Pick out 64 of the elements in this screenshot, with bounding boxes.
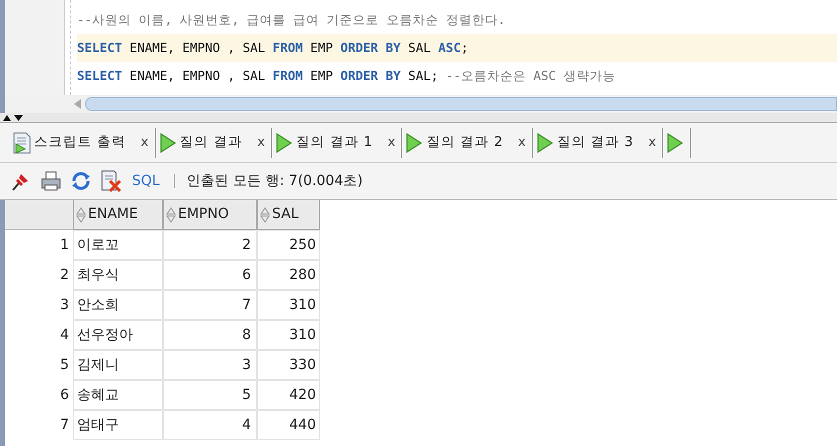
fetch-status: 인출된 모든 행: 7(0.004초) [186, 172, 363, 190]
delete-document-icon[interactable] [100, 170, 122, 192]
code-line: --사원의 이름, 사원번호, 급여를 급여 기준으로 오름차순 정렬한다. [77, 11, 506, 29]
play-icon [405, 132, 424, 152]
close-tab-button[interactable]: x [518, 132, 526, 152]
result-tab[interactable]: 질의 결과 3 x [532, 128, 664, 158]
tab-label: 질의 결과 3 [556, 133, 634, 152]
tab-label: 질의 결과 2 [426, 133, 504, 152]
refresh-icon[interactable] [70, 170, 92, 192]
row-number: 6 [59, 386, 70, 404]
column-header[interactable]: EMPNO [163, 200, 257, 230]
row-number: 7 [59, 416, 70, 434]
table-cell: 안소희 [73, 290, 163, 320]
play-icon [536, 132, 554, 152]
sort-icon[interactable] [76, 206, 86, 222]
close-tab-button[interactable]: x [140, 132, 148, 152]
result-tab[interactable]: 질의 결과 x [156, 128, 272, 158]
printer-icon[interactable] [40, 170, 62, 192]
row-number: 2 [59, 266, 70, 284]
result-tab[interactable]: 질의 결과 1 x [272, 128, 402, 158]
table-cell: 310 [257, 320, 320, 350]
close-tab-button[interactable]: x [648, 132, 656, 152]
table-cell: 2 [163, 230, 257, 260]
table-cell: 4 [163, 410, 257, 440]
table-cell: 6 [163, 260, 257, 290]
table-cell: 5 [163, 380, 257, 410]
sql-button[interactable]: SQL [130, 170, 162, 192]
tab-label: 질의 결과 [180, 133, 242, 152]
table-cell: 선우정아 [73, 320, 163, 350]
table-cell: 440 [257, 410, 320, 440]
row-number: 1 [59, 236, 70, 254]
table-cell: 송혜교 [73, 380, 163, 410]
row-number: 3 [59, 296, 70, 314]
column-header[interactable]: SAL [257, 200, 320, 230]
scrollbar-thumb[interactable] [85, 97, 837, 111]
sort-icon[interactable] [166, 206, 176, 222]
table-cell: 이로꼬 [73, 230, 163, 260]
table-cell: 310 [257, 290, 320, 320]
play-icon [275, 132, 293, 152]
close-tab-button[interactable]: x [388, 132, 396, 152]
row-number: 4 [59, 326, 70, 344]
table-cell: 엄태구 [73, 410, 163, 440]
code-line: SELECT ENAME, EMPNO , SAL FROM EMP ORDER BY SAL; --오름차순은 ASC 생략가능 [77, 67, 616, 85]
table-cell: 330 [257, 350, 320, 380]
table-cell: 8 [163, 320, 257, 350]
table-cell: 3 [163, 350, 257, 380]
table-cell: 최우식 [73, 260, 163, 290]
table-cell: 김제니 [73, 350, 163, 380]
table-cell: 280 [257, 260, 320, 290]
tab-label: 스크립트 출력 [34, 133, 126, 152]
document-play-icon [13, 132, 31, 154]
tab-label: 질의 결과 1 [296, 133, 373, 152]
close-tab-button[interactable]: x [257, 132, 265, 152]
play-icon [666, 132, 684, 152]
row-number: 5 [59, 356, 70, 374]
table-cell: 420 [257, 380, 320, 410]
column-header[interactable]: ENAME [73, 200, 163, 230]
table-cell: 250 [257, 230, 320, 260]
play-icon [158, 132, 176, 152]
result-tab[interactable]: 스크립트 출력 x [10, 128, 156, 158]
splitter-arrows-icon[interactable] [2, 114, 24, 122]
sort-icon[interactable] [260, 206, 270, 222]
table-cell: 7 [163, 290, 257, 320]
result-tab[interactable]: 질의 결과 2 x [402, 128, 533, 158]
